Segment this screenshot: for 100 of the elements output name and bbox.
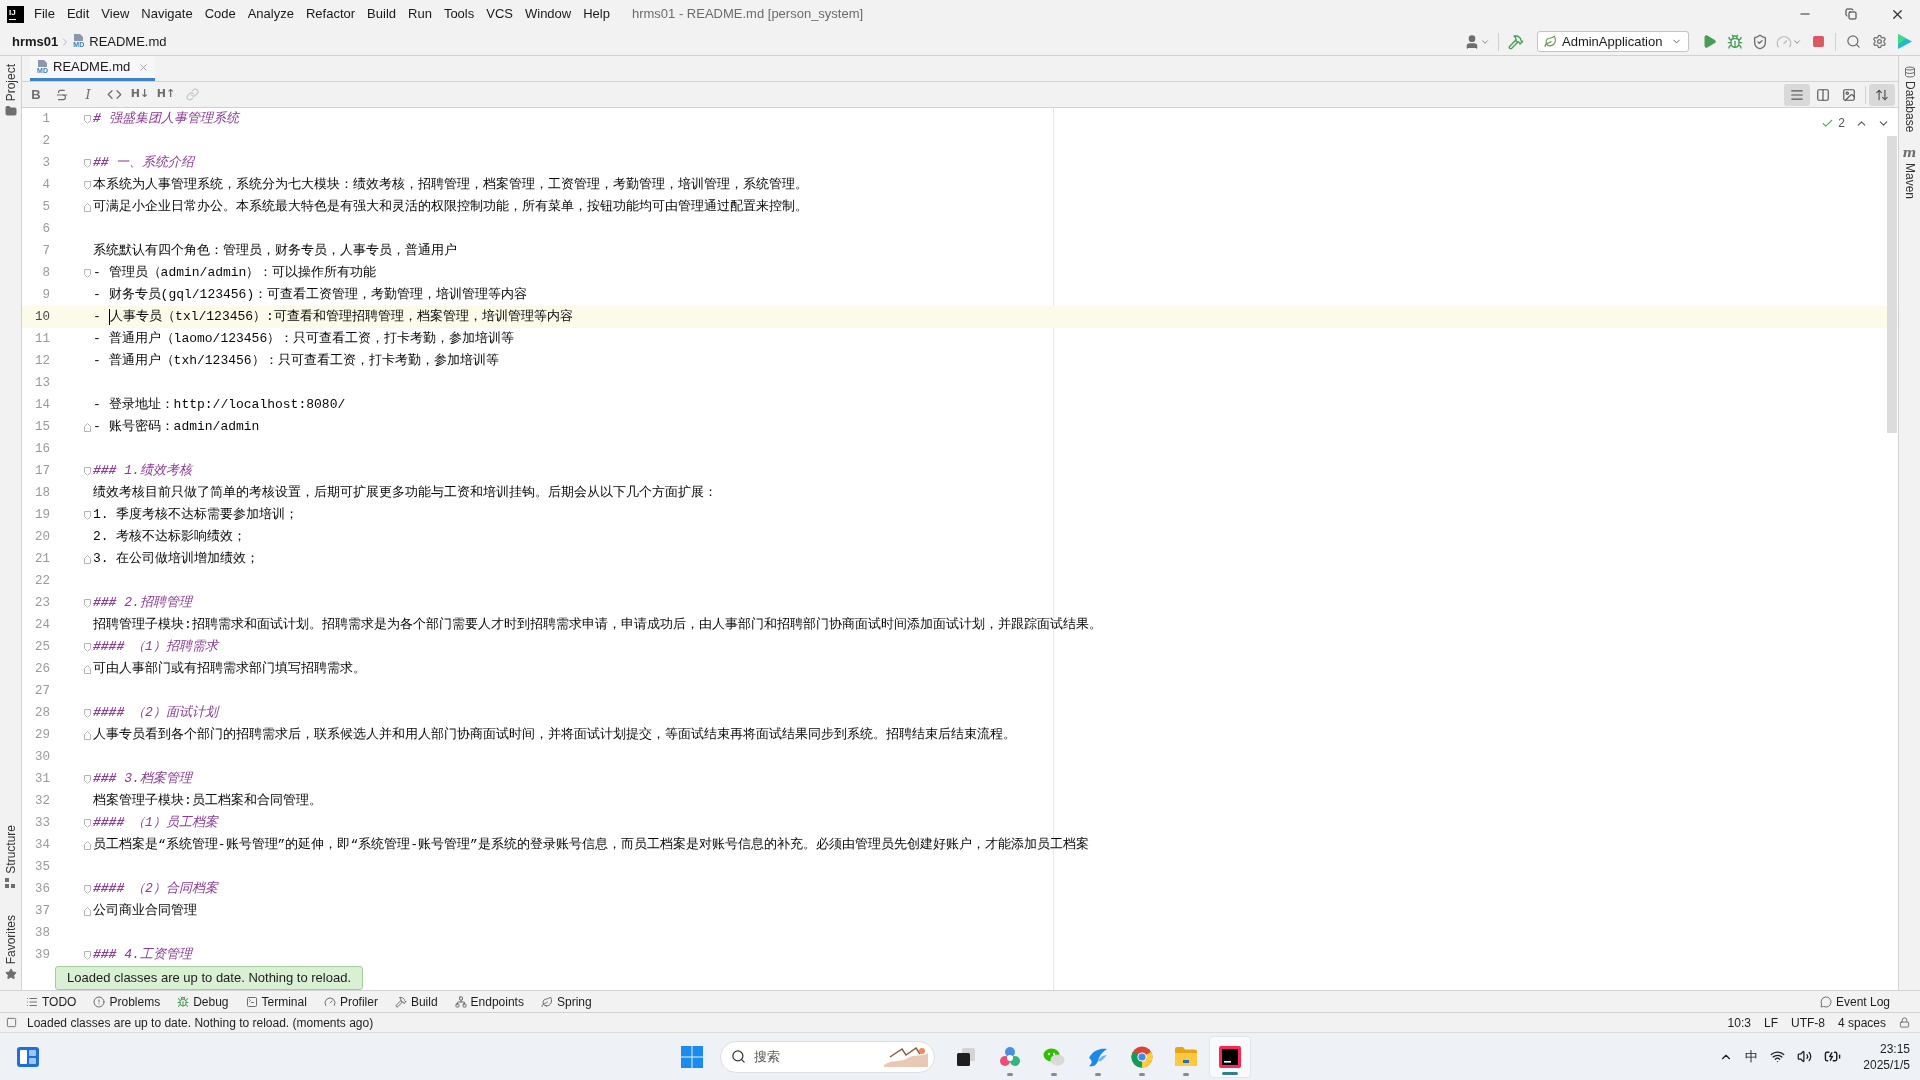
fold-marker-icon[interactable] xyxy=(84,202,91,212)
heading-text: #### （2）合同档案 xyxy=(93,880,218,899)
menu-item[interactable]: File xyxy=(28,0,61,28)
tool-window-button[interactable]: Problems xyxy=(93,992,161,1011)
lines-icon xyxy=(1790,87,1804,102)
line-number: 25 xyxy=(34,638,50,656)
fold-marker-icon[interactable] xyxy=(84,950,91,960)
fold-marker-icon[interactable] xyxy=(84,554,91,564)
start-icon[interactable] xyxy=(680,1045,703,1068)
tool-window-button[interactable]: Terminal xyxy=(245,992,307,1011)
menu-item[interactable]: Refactor xyxy=(299,0,362,28)
breadcrumb-file[interactable]: README.md xyxy=(89,31,167,52)
tool-window-button[interactable]: Profiler xyxy=(323,992,378,1011)
menu-item[interactable]: Edit xyxy=(60,0,96,28)
line-number: 19 xyxy=(34,506,50,524)
scrollbar-thumb[interactable] xyxy=(1887,136,1897,433)
hammer-icon[interactable] xyxy=(1508,33,1524,50)
heading-level-button[interactable]: H↑ xyxy=(156,86,176,103)
strikethrough-icon[interactable] xyxy=(55,87,69,102)
view-mode-button[interactable] xyxy=(1784,83,1810,106)
tool-window-button[interactable]: Build xyxy=(394,992,438,1011)
fold-marker-icon[interactable] xyxy=(84,510,91,520)
scroll-sync-button[interactable] xyxy=(1869,83,1895,106)
fold-marker-icon[interactable] xyxy=(84,180,91,190)
volume-icon[interactable] xyxy=(1797,1049,1813,1064)
settings-icon[interactable] xyxy=(1871,34,1887,49)
menu-item[interactable]: View xyxy=(95,0,136,28)
fold-marker-icon[interactable] xyxy=(84,466,91,476)
app-logo: IJ xyxy=(7,5,24,23)
triangle-logo-icon[interactable] xyxy=(1898,34,1912,49)
fold-marker-icon[interactable] xyxy=(84,840,91,850)
lock-icon[interactable] xyxy=(1899,1017,1910,1028)
fold-marker-icon[interactable] xyxy=(84,818,91,828)
ime-indicator[interactable]: 中 xyxy=(1745,1046,1759,1067)
clock-date[interactable]: 2025/1/5 xyxy=(1863,1056,1910,1073)
inspection-count[interactable]: 2 xyxy=(1838,114,1845,132)
square-icon[interactable] xyxy=(6,1017,17,1028)
tool-window-button[interactable]: Spring xyxy=(540,992,592,1011)
play-icon[interactable] xyxy=(1702,34,1717,49)
menu-item[interactable]: Analyze xyxy=(241,0,300,28)
line-number: 38 xyxy=(34,924,50,942)
bold-button[interactable]: B xyxy=(31,84,41,105)
tool-window-button[interactable]: Structure xyxy=(1,820,20,893)
shield-icon[interactable] xyxy=(1751,33,1768,50)
fold-marker-icon[interactable] xyxy=(84,906,91,916)
line-separator[interactable]: LF xyxy=(1763,1013,1778,1032)
tool-window-button[interactable]: Favorites xyxy=(1,910,20,984)
wifi-icon[interactable] xyxy=(1770,1049,1786,1064)
tool-window-button[interactable]: TODO xyxy=(26,992,77,1011)
menu-item[interactable]: VCS xyxy=(480,0,519,28)
fold-marker-icon[interactable] xyxy=(84,708,91,718)
caret-position[interactable]: 10:3 xyxy=(1727,1013,1751,1032)
terminal-icon xyxy=(245,995,258,1008)
user-icon[interactable] xyxy=(1464,33,1480,50)
menu-item[interactable]: Navigate xyxy=(135,0,199,28)
fold-marker-icon[interactable] xyxy=(84,664,91,674)
taskbar-app-button[interactable] xyxy=(1208,1035,1251,1078)
fold-marker-icon[interactable] xyxy=(84,598,91,608)
menu-item[interactable]: Help xyxy=(577,0,616,28)
menu-item[interactable]: Window xyxy=(518,0,578,28)
taskbar-search-field[interactable]: 搜索 xyxy=(719,1040,935,1073)
menu-item[interactable]: Code xyxy=(198,0,242,28)
menu-item[interactable]: Run xyxy=(402,0,438,28)
menu-item[interactable]: Tools xyxy=(437,0,481,28)
tool-window-button[interactable]: Event Log xyxy=(1819,992,1890,1011)
file-encoding[interactable]: UTF-8 xyxy=(1790,1013,1825,1032)
fold-marker-icon[interactable] xyxy=(84,114,91,124)
fold-marker-icon[interactable] xyxy=(84,730,91,740)
bug-icon[interactable] xyxy=(1726,33,1743,50)
indent-setting[interactable]: 4 spaces xyxy=(1837,1013,1886,1032)
up-down-arrows-icon xyxy=(1875,87,1889,102)
stop-icon[interactable] xyxy=(1812,35,1825,48)
status-message: Loaded classes are up to date. Nothing to reload. (moments ago) xyxy=(27,1014,374,1032)
fold-marker-icon[interactable] xyxy=(84,642,91,652)
line-number: 6 xyxy=(41,220,50,238)
widgets-icon[interactable] xyxy=(16,1044,40,1069)
tool-window-button[interactable]: Endpoints xyxy=(454,992,524,1011)
clock-time[interactable]: 23:15 xyxy=(1879,1040,1910,1057)
folder-icon xyxy=(1174,1047,1197,1066)
menu-item[interactable]: Build xyxy=(361,0,402,28)
italic-button[interactable]: I xyxy=(85,84,91,105)
tool-window-button[interactable]: Project xyxy=(1,60,20,122)
fold-marker-icon[interactable] xyxy=(84,884,91,894)
fold-marker-icon[interactable] xyxy=(84,158,91,168)
line-number: 23 xyxy=(34,594,50,612)
line-number: 22 xyxy=(34,572,50,590)
code-icon[interactable] xyxy=(106,87,122,102)
fold-marker-icon[interactable] xyxy=(84,422,91,432)
running-indicator xyxy=(1138,1072,1145,1076)
run-configuration-dropdown[interactable]: AdminApplication xyxy=(1537,31,1689,52)
search-icon[interactable] xyxy=(1845,34,1861,49)
tool-window-button[interactable]: Database xyxy=(1900,66,1919,133)
fold-marker-icon[interactable] xyxy=(84,774,91,784)
running-indicator xyxy=(1182,1072,1189,1076)
tool-window-button[interactable]: m Maven xyxy=(1900,146,1919,200)
tool-window-button[interactable]: Debug xyxy=(177,992,229,1011)
fold-marker-icon[interactable] xyxy=(84,268,91,278)
heading-level-button[interactable]: H↓ xyxy=(130,86,150,103)
breadcrumb-project[interactable]: hrms01 xyxy=(12,31,59,52)
close-icon[interactable] xyxy=(138,61,150,73)
